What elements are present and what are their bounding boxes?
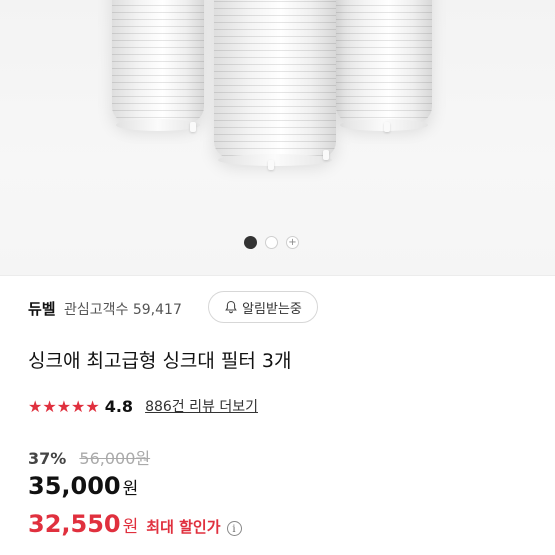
info-icon[interactable]: i bbox=[226, 521, 242, 536]
product-image[interactable] bbox=[0, 0, 555, 275]
divider bbox=[0, 275, 555, 276]
interest-label: 관심고객수 bbox=[64, 302, 129, 318]
best-price-amount: 32,550 bbox=[28, 510, 121, 538]
sale-price: 35,000 원 bbox=[28, 472, 138, 500]
brand-name[interactable]: 듀벨 bbox=[28, 298, 56, 319]
carousel-indicator: + bbox=[244, 236, 299, 249]
notify-label: 알림받는중 bbox=[242, 301, 302, 317]
filter-pin bbox=[384, 122, 390, 132]
reviews-link[interactable]: 886건 리뷰 더보기 bbox=[145, 396, 258, 416]
original-price: 56,000원 bbox=[79, 449, 151, 468]
filter-pin bbox=[323, 150, 329, 160]
discount-row: 37% 56,000원 bbox=[28, 445, 150, 469]
sale-unit: 원 bbox=[122, 479, 139, 499]
bell-icon bbox=[225, 300, 237, 314]
filter-pin bbox=[190, 122, 196, 132]
discount-percent: 37% bbox=[28, 449, 67, 468]
carousel-dot[interactable] bbox=[265, 236, 278, 249]
rating-row: ★★★★★ 4.8 886건 리뷰 더보기 bbox=[28, 396, 258, 416]
filter-cylinder-right bbox=[336, 0, 432, 131]
filter-pin bbox=[268, 160, 274, 170]
carousel-more-icon[interactable]: + bbox=[286, 236, 299, 249]
star-rating-icon: ★★★★★ bbox=[28, 396, 100, 416]
best-price-unit: 원 bbox=[122, 517, 139, 537]
sale-amount: 35,000 bbox=[28, 472, 121, 500]
notify-button[interactable]: 알림받는중 bbox=[208, 291, 318, 323]
best-price-label: 최대 할인가 bbox=[146, 518, 221, 536]
filter-cylinder-left bbox=[112, 0, 204, 131]
interest-count: 관심고객수 59,417 bbox=[64, 299, 182, 319]
carousel-dot-active[interactable] bbox=[244, 236, 257, 249]
rating-score: 4.8 bbox=[104, 396, 134, 416]
filter-cylinder-center bbox=[214, 0, 336, 166]
product-title: 싱크애 최고급형 싱크대 필터 3개 bbox=[28, 350, 292, 372]
best-price-row: 32,550 원 최대 할인가 i bbox=[28, 510, 242, 538]
interest-number: 59,417 bbox=[132, 302, 182, 318]
